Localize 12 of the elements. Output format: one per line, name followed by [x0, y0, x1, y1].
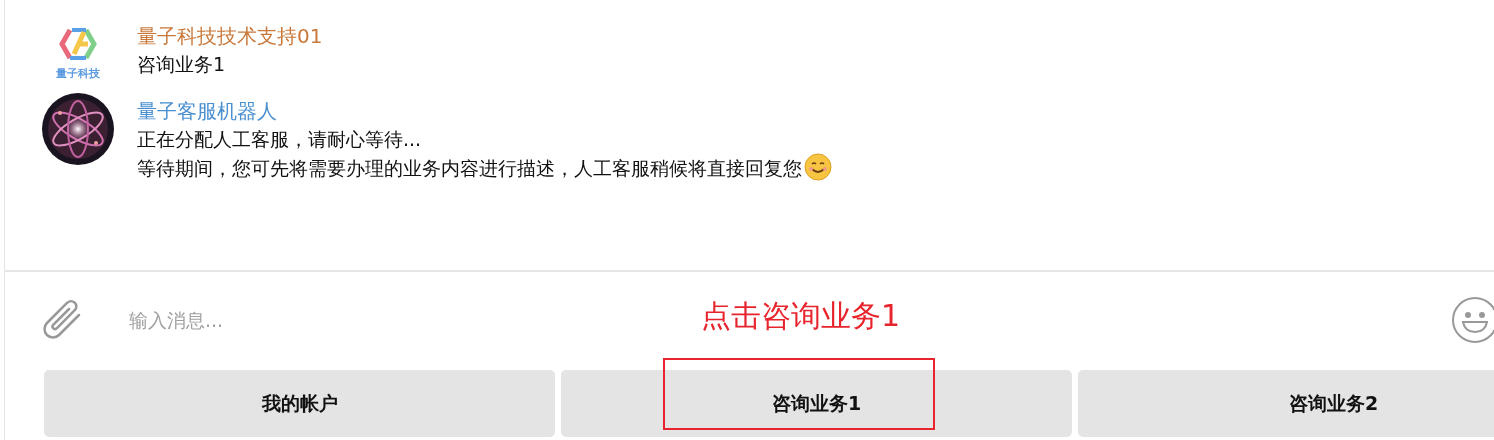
sender-name: 量子科技技术支持01 [137, 23, 323, 50]
message-text: 正在分配人工客服，请耐心等待... [137, 127, 423, 152]
logo-caption: 量子科技 [56, 66, 100, 81]
smiley-face-icon[interactable] [1451, 296, 1494, 344]
message-input-field[interactable]: 输入消息... [127, 308, 431, 332]
annotation-text: 点击咨询业务1 [701, 298, 901, 333]
quick-reply-button[interactable]: 我的帐户 [44, 370, 555, 437]
sender-name: 量子客服机器人 [137, 98, 278, 125]
message-text: 等待期间，您可先将需要办理的业务内容进行描述，人工客服稍候将直接回复您 [137, 157, 802, 179]
quick-reply-button[interactable]: 咨询业务1 [561, 370, 1072, 437]
quick-reply-button[interactable]: 咨询业务2 [1078, 370, 1494, 437]
message-text: 咨询业务1 [137, 52, 227, 77]
